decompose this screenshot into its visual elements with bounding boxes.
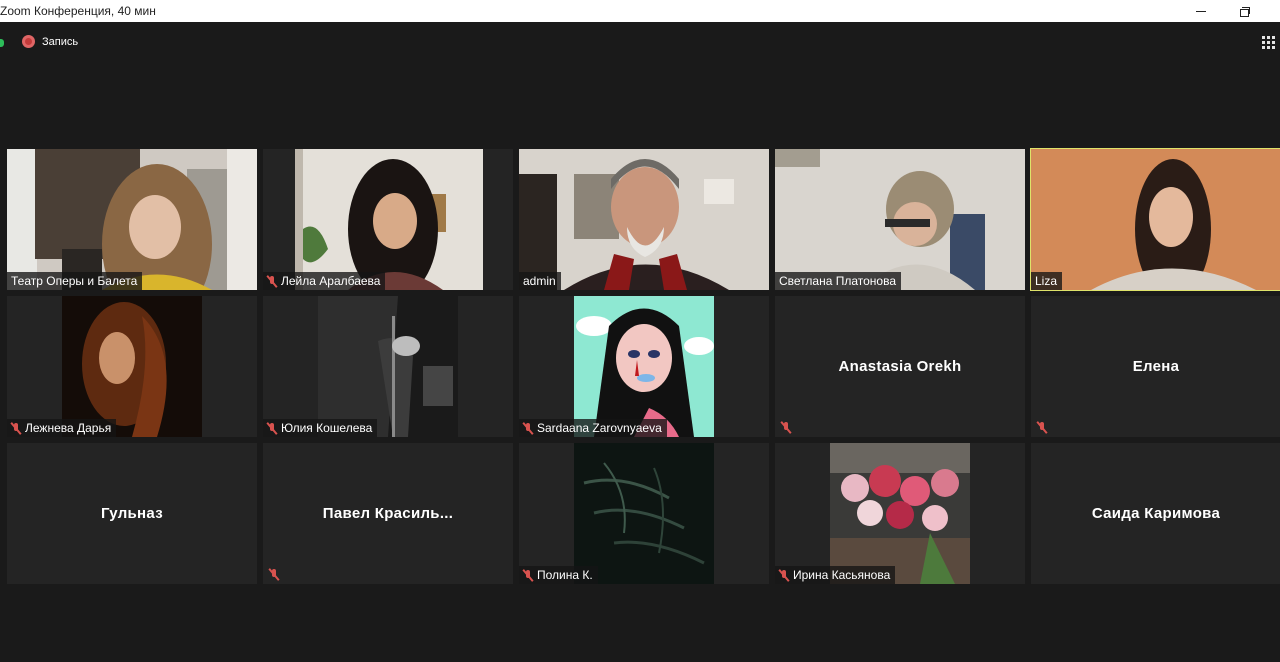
participant-name-label: Светлана Платонова [775, 272, 902, 290]
participant-name-label: Ирина Касьянова [775, 566, 896, 584]
muted-mic-icon [267, 422, 277, 435]
participant-name: Liza [1035, 274, 1058, 288]
security-shield-icon[interactable] [0, 39, 4, 47]
participant-name-label: Sardaana Zarovnyaeva [519, 419, 667, 437]
participant-name-label: Юлия Кошелева [263, 419, 378, 437]
participant-tile[interactable]: Гульназ [7, 443, 257, 584]
participant-name: Sardaana Zarovnyaeva [537, 421, 662, 435]
recording-indicator[interactable]: Запись [22, 35, 78, 48]
participant-video [7, 149, 257, 290]
restore-button[interactable] [1222, 0, 1268, 22]
participant-tile[interactable]: Павел Красиль... [263, 443, 513, 584]
muted-mic-icon [269, 568, 279, 581]
participant-name-label: Лейла Аралбаева [263, 272, 386, 290]
muted-mic-icon [267, 275, 277, 288]
participant-name-label: Лежнева Дарья [7, 419, 117, 437]
muted-mic-icon [781, 421, 791, 434]
participant-name: Ирина Касьянова [793, 568, 891, 582]
minimize-button[interactable] [1178, 0, 1224, 22]
participant-tile[interactable]: admin [519, 149, 769, 290]
participant-tile[interactable]: Лейла Аралбаева [263, 149, 513, 290]
participant-video [830, 443, 970, 584]
participant-tile[interactable]: Лежнева Дарья [7, 296, 257, 437]
participant-name-placeholder: Павел Красиль... [322, 505, 454, 522]
muted-mic-icon [11, 422, 21, 435]
meeting-top-bar: Запись [0, 22, 1280, 62]
participant-tile-active-speaker[interactable]: Liza [1030, 148, 1280, 291]
participant-tile[interactable]: Елена [1031, 296, 1280, 437]
participant-video [318, 296, 458, 437]
participant-tile[interactable]: Полина К. [519, 443, 769, 584]
muted-mic-icon [779, 569, 789, 582]
gallery-view-button[interactable] [1262, 36, 1276, 50]
participant-name-placeholder: Anastasia Orekh [838, 358, 962, 375]
participant-name: Светлана Платонова [779, 274, 897, 288]
participant-video [519, 149, 769, 290]
restore-icon [1240, 6, 1250, 17]
participant-name: Лейла Аралбаева [281, 274, 381, 288]
participant-video [263, 149, 513, 290]
participant-name: Юлия Кошелева [281, 421, 373, 435]
participant-name-placeholder: Саида Каримова [1091, 505, 1221, 522]
minimize-icon [1196, 10, 1206, 12]
participant-name: Полина К. [537, 568, 593, 582]
participant-video [775, 149, 1025, 290]
record-icon [22, 35, 35, 48]
participant-tile[interactable]: Ирина Касьянова [775, 443, 1025, 584]
participant-video [574, 443, 714, 584]
participant-name-label: Полина К. [519, 566, 598, 584]
participant-tile[interactable]: Светлана Платонова [775, 149, 1025, 290]
participant-name-label: Liza [1031, 272, 1063, 290]
muted-mic-icon [523, 422, 533, 435]
participant-tile[interactable]: Sardaana Zarovnyaeva [519, 296, 769, 437]
participant-name-placeholder: Елена [1132, 358, 1180, 375]
title-bar: Zoom Конференция, 40 мин [0, 0, 1280, 22]
participant-name-placeholder: Гульназ [101, 505, 163, 522]
participant-video [1031, 149, 1280, 290]
participant-name: Театр Оперы и Балета [11, 274, 138, 288]
participant-video [62, 296, 202, 437]
participant-name: admin [523, 274, 556, 288]
participant-tile[interactable]: Саида Каримова [1031, 443, 1280, 584]
participant-name-label: admin [519, 272, 561, 290]
record-label: Запись [42, 35, 79, 48]
zoom-window: Zoom Конференция, 40 мин Запись Театр Оп… [0, 0, 1280, 662]
participant-name-label: Театр Оперы и Балета [7, 272, 143, 290]
muted-mic-icon [1037, 421, 1047, 434]
gallery-grid: Театр Оперы и Балета Лейла Аралбаева adm… [7, 148, 1280, 584]
participant-name: Лежнева Дарья [25, 421, 112, 435]
muted-mic-icon [523, 569, 533, 582]
window-title: Zoom Конференция, 40 мин [0, 4, 156, 18]
participant-video [574, 296, 714, 437]
participant-tile[interactable]: Театр Оперы и Балета [7, 149, 257, 290]
participant-tile[interactable]: Anastasia Orekh [775, 296, 1025, 437]
participant-tile[interactable]: Юлия Кошелева [263, 296, 513, 437]
